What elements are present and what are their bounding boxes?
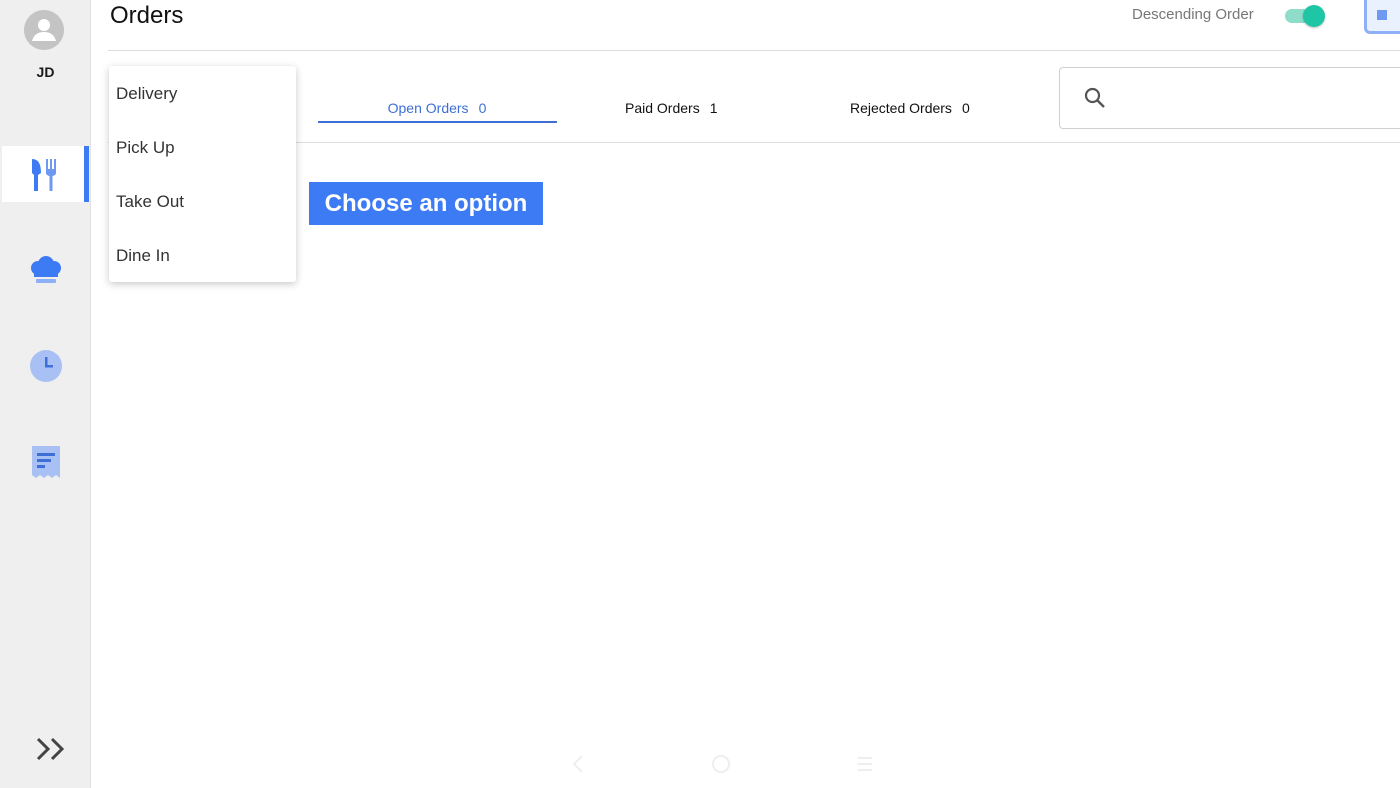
- order-type-dropdown: Delivery Pick Up Take Out Dine In: [109, 66, 296, 282]
- user-initials: JD: [36, 64, 55, 80]
- tab-label: Paid Orders: [625, 100, 700, 116]
- tab-open-orders[interactable]: Open Orders 0: [318, 100, 556, 116]
- receipt-icon: [31, 446, 60, 478]
- back-icon: [572, 755, 583, 773]
- tab-count: 0: [961, 100, 970, 116]
- header-divider: [108, 50, 1400, 51]
- tab-rejected-orders[interactable]: Rejected Orders 0: [850, 100, 970, 116]
- sidebar-item-menu[interactable]: [2, 146, 89, 202]
- system-recents-button[interactable]: [852, 752, 878, 776]
- search-box[interactable]: [1059, 67, 1400, 129]
- toggle-knob: [1303, 5, 1325, 27]
- sidebar-item-kitchen[interactable]: [2, 242, 89, 298]
- tabs-divider: [108, 142, 1400, 143]
- avatar[interactable]: [24, 10, 64, 50]
- fork-knife-icon: [31, 159, 56, 191]
- chef-hat-icon: [30, 256, 61, 283]
- dropdown-item-delivery[interactable]: Delivery: [109, 67, 296, 121]
- tab-label: Rejected Orders: [850, 100, 952, 116]
- dropdown-item-take-out[interactable]: Take Out: [109, 175, 296, 229]
- tab-count: 1: [709, 100, 718, 116]
- search-icon: [1084, 87, 1105, 108]
- dropdown-item-pick-up[interactable]: Pick Up: [109, 121, 296, 175]
- search-input[interactable]: [1118, 89, 1358, 107]
- sort-order-label: Descending Order: [1132, 6, 1254, 23]
- system-home-button[interactable]: [708, 752, 734, 776]
- tab-paid-orders[interactable]: Paid Orders 1: [625, 100, 718, 116]
- sort-order-toggle[interactable]: [1285, 5, 1325, 27]
- double-chevron-right-icon: [36, 737, 65, 761]
- sidebar-item-history[interactable]: [2, 338, 89, 394]
- home-icon: [712, 755, 730, 773]
- choose-option-banner: Choose an option: [309, 182, 543, 225]
- tab-label: Open Orders: [387, 100, 469, 116]
- sidebar: JD: [0, 0, 91, 788]
- view-mode-button[interactable]: [1364, 0, 1400, 34]
- tab-count: 0: [478, 100, 487, 116]
- user-icon: [24, 10, 64, 50]
- active-tab-indicator: [318, 121, 557, 123]
- recents-icon: [858, 757, 872, 771]
- system-back-button[interactable]: [566, 752, 590, 776]
- sidebar-item-receipts[interactable]: [2, 434, 89, 490]
- dropdown-item-dine-in[interactable]: Dine In: [109, 229, 296, 283]
- sidebar-expand-button[interactable]: [32, 734, 72, 764]
- clock-icon: [29, 350, 62, 382]
- page-title: Orders: [110, 2, 184, 29]
